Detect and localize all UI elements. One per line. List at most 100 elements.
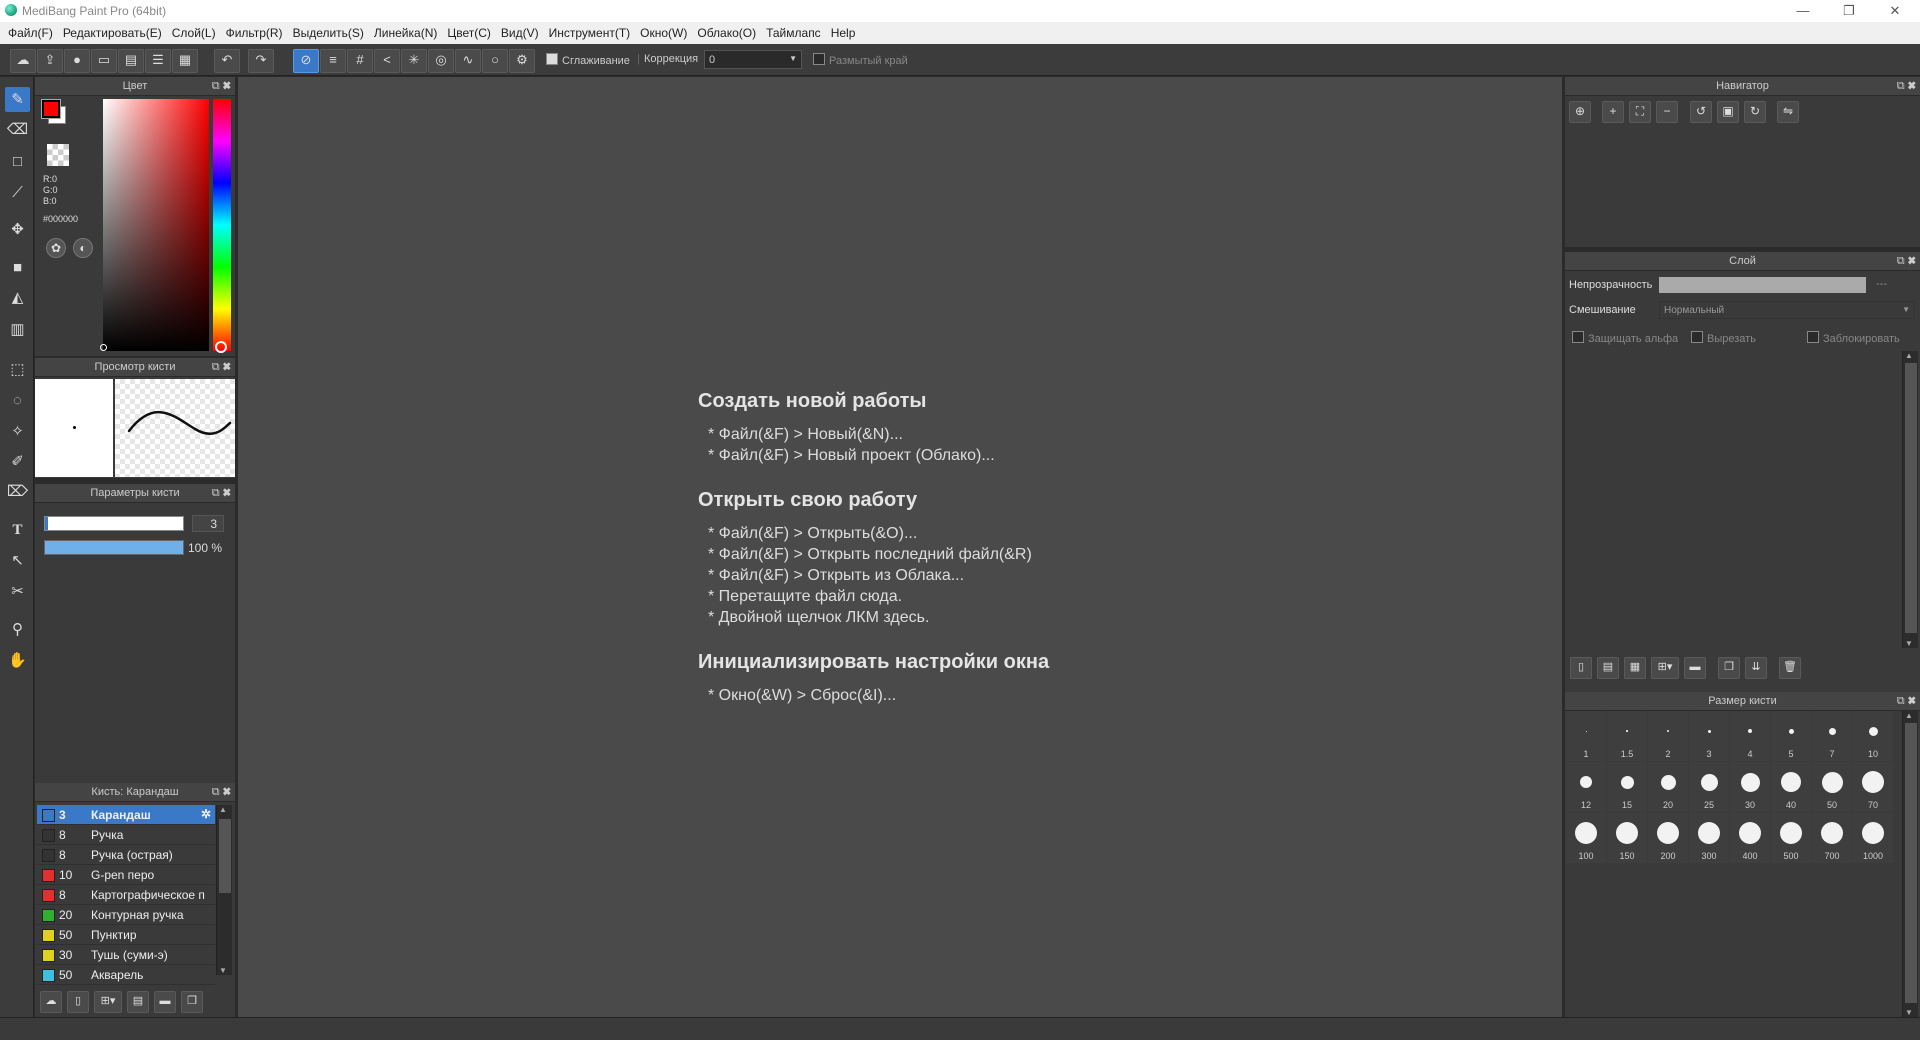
blur-edge-checkbox[interactable]: Размытый край	[813, 53, 908, 67]
menu-window[interactable]: Окно(W)	[638, 22, 695, 44]
fill-rectangle-icon[interactable]: ■	[5, 255, 30, 280]
scroll-thumb[interactable]	[1905, 723, 1917, 1003]
line-tool-icon[interactable]: ⟋	[5, 180, 30, 205]
brush-size-cell[interactable]: 200	[1648, 813, 1688, 863]
brush-tool-icon[interactable]: ✎	[5, 87, 30, 112]
duplicate-layer-icon[interactable]: ❐	[1718, 657, 1740, 679]
brush-size-slider[interactable]	[44, 516, 184, 531]
brush-size-cell[interactable]: 300	[1689, 813, 1729, 863]
undock-icon[interactable]: ⧉	[212, 487, 220, 499]
perspective-snap-icon[interactable]: <	[374, 49, 400, 73]
hue-slider[interactable]	[213, 99, 231, 351]
brush-size-cell[interactable]: 15	[1607, 762, 1647, 812]
menu-layer[interactable]: Слой(L)	[170, 22, 224, 44]
circle-snap-icon[interactable]: ○	[482, 49, 508, 73]
blur-edge-check-icon[interactable]	[813, 53, 825, 65]
scroll-up-icon[interactable]: ▲	[1905, 711, 1913, 720]
brush-size-cell[interactable]: 100	[1566, 813, 1606, 863]
scroll-up-icon[interactable]: ▲	[1905, 351, 1913, 360]
brush-item[interactable]: 20 Контурная ручка	[37, 905, 215, 925]
brush-doc-icon[interactable]: ▤	[127, 991, 149, 1013]
layer-list-scrollbar[interactable]: ▲ ▼	[1902, 351, 1918, 648]
brush-size-cell[interactable]: 1	[1566, 711, 1606, 761]
brush-size-cell[interactable]: 400	[1730, 813, 1770, 863]
brush-item[interactable]: 8 Ручка (острая)	[37, 845, 215, 865]
shape-tool-icon[interactable]: □	[5, 149, 30, 174]
undock-icon[interactable]: ⧉	[1897, 80, 1905, 92]
brush-cloud-icon[interactable]: ☁	[40, 991, 62, 1013]
snap-settings-icon[interactable]: ⚙	[509, 49, 535, 73]
redo-icon[interactable]: ↷	[248, 49, 274, 73]
concentric-snap-icon[interactable]: ◎	[428, 49, 454, 73]
parallel-snap-icon[interactable]: ≡	[320, 49, 346, 73]
brush-item[interactable]: 8 Ручка	[37, 825, 215, 845]
select-eraser-icon[interactable]: ⌦	[5, 479, 30, 504]
cloud-icon[interactable]: ☁	[10, 49, 36, 73]
zoom-out-icon[interactable]: −	[1656, 101, 1678, 123]
select-rect-icon[interactable]: ⬚	[5, 357, 30, 382]
brush-folder-icon[interactable]: ▬	[154, 991, 176, 1013]
brush-size-cell[interactable]: 30	[1730, 762, 1770, 812]
page-icon[interactable]: ▤	[118, 49, 144, 73]
zoom-icon[interactable]: ⊕	[1569, 101, 1591, 123]
snap-off-icon[interactable]: ⊘	[293, 49, 319, 73]
undock-icon[interactable]: ⧉	[1897, 255, 1905, 267]
rotate-right-icon[interactable]: ↻	[1744, 101, 1766, 123]
canvas-area[interactable]: Создать новой работы * Файл(&F) > Новый(…	[238, 77, 1562, 1017]
lasso-tool-icon[interactable]: ◌	[5, 388, 30, 413]
divide-tool-icon[interactable]: ✂	[5, 579, 30, 604]
move-tool-icon[interactable]: ✥	[5, 217, 30, 242]
merge-layer-icon[interactable]: ⇊	[1745, 657, 1767, 679]
palette-icon[interactable]: ✿	[46, 238, 66, 258]
close-icon[interactable]: ✖	[223, 80, 231, 92]
scroll-thumb[interactable]	[219, 819, 231, 893]
undo-icon[interactable]: ↶	[214, 49, 240, 73]
page-list-icon[interactable]: ☰	[145, 49, 171, 73]
brush-size-cell[interactable]: 5	[1771, 711, 1811, 761]
smoothing-check-icon[interactable]	[546, 53, 558, 65]
maximize-button[interactable]: ❐	[1826, 0, 1872, 22]
menu-timelapse[interactable]: Таймлапс	[764, 22, 829, 44]
duplicate-brush-icon[interactable]: ❐	[181, 991, 203, 1013]
menu-help[interactable]: Help	[829, 22, 864, 44]
new-halftone-layer-icon[interactable]: ▤	[1597, 657, 1619, 679]
operation-tool-icon[interactable]: ↖	[5, 548, 30, 573]
new-layer-icon[interactable]: ▯	[1570, 657, 1592, 679]
layer-list[interactable]	[1565, 351, 1902, 648]
eraser-tool-icon[interactable]: ⌫	[5, 117, 30, 142]
eyedropper-tool-icon[interactable]: ⚲	[5, 617, 30, 642]
zoom-in-icon[interactable]: +	[1602, 101, 1624, 123]
menu-ruler[interactable]: Линейка(N)	[372, 22, 445, 44]
text-tool-icon[interactable]: T	[5, 518, 30, 543]
scroll-down-icon[interactable]: ▼	[1905, 639, 1913, 648]
brush-size-cell[interactable]: 150	[1607, 813, 1647, 863]
bucket-tool-icon[interactable]: ◭	[5, 285, 30, 310]
menu-select[interactable]: Выделить(S)	[291, 22, 372, 44]
radial-snap-icon[interactable]: ✳	[401, 49, 427, 73]
transparent-color-swatch[interactable]	[47, 144, 69, 166]
brush-size-cell[interactable]: 4	[1730, 711, 1770, 761]
brush-item[interactable]: 30 Тушь (суми-э)	[37, 945, 215, 965]
saturation-value-picker[interactable]	[103, 99, 209, 351]
magic-wand-icon[interactable]: ✧	[5, 419, 30, 444]
brush-item[interactable]: 50 Акварель	[37, 965, 215, 985]
checkbox-icon[interactable]	[1572, 331, 1584, 343]
undock-icon[interactable]: ⧉	[212, 361, 220, 373]
comment-icon[interactable]: ●	[64, 49, 90, 73]
brush-item[interactable]: 10 G-pen перо	[37, 865, 215, 885]
curve-snap-icon[interactable]: ∿	[455, 49, 481, 73]
menu-cloud[interactable]: Облако(O)	[695, 22, 764, 44]
grid-snap-icon[interactable]: #	[347, 49, 373, 73]
brush-size-cell[interactable]: 40	[1771, 762, 1811, 812]
brush-size-cell[interactable]: 2	[1648, 711, 1688, 761]
menu-edit[interactable]: Редактировать(E)	[61, 22, 170, 44]
add-brush-icon[interactable]: ⊞▾	[94, 991, 122, 1013]
scroll-down-icon[interactable]: ▼	[1905, 1008, 1913, 1017]
brush-item[interactable]: 3 Карандаш ✲	[37, 805, 215, 825]
menu-view[interactable]: Вид(V)	[499, 22, 547, 44]
protect-alpha-checkbox[interactable]: Защищать альфа	[1572, 331, 1678, 345]
close-icon[interactable]: ✖	[223, 786, 231, 798]
scroll-up-icon[interactable]: ▲	[219, 805, 227, 814]
gear-icon[interactable]: ✲	[201, 807, 211, 821]
reset-view-icon[interactable]: ▣	[1717, 101, 1739, 123]
